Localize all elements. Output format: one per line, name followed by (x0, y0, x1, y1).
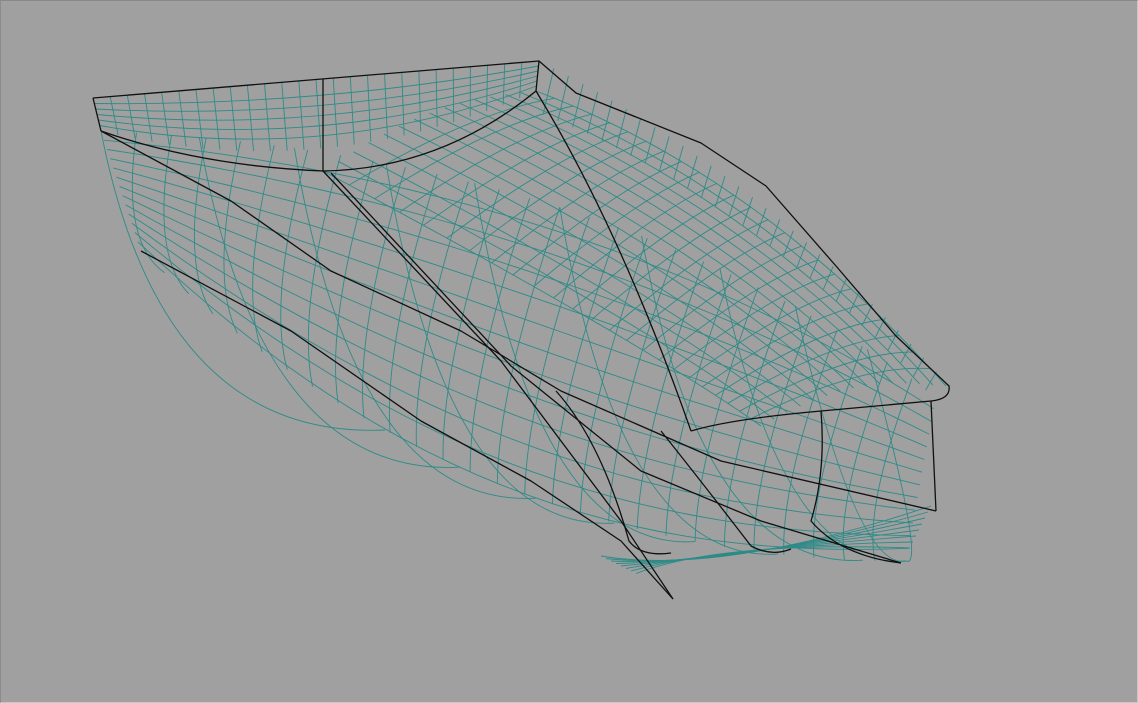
transom-station-line (178, 90, 187, 147)
topside-station-line (687, 155, 698, 189)
transom-station-line (401, 72, 405, 136)
topside-station-line (572, 83, 584, 128)
topside-station-line (728, 186, 740, 216)
transom-station-line (298, 80, 305, 150)
topside-station-line (742, 197, 753, 226)
topside-station-line (925, 371, 937, 391)
hull-waterline (137, 241, 909, 550)
deck-transverse-line (374, 105, 574, 200)
hull-mesh-lines (94, 62, 947, 574)
deck-transverse-line (609, 219, 769, 331)
stem-edge (930, 400, 937, 512)
topside-station-line (701, 165, 712, 198)
deck-transverse-line (658, 259, 819, 361)
keel-line (322, 170, 674, 600)
hull-waterline (113, 167, 927, 448)
transom-station-line (486, 65, 488, 111)
transom-station-line (281, 82, 288, 151)
deck-transverse-line (399, 113, 592, 213)
transom-station-line (502, 63, 506, 105)
transom-station-line (144, 93, 153, 142)
transom-station-line (161, 92, 170, 145)
topside-station-line (900, 343, 912, 364)
hull-waterline (119, 185, 923, 473)
transom-station-line (212, 87, 221, 150)
hull-waterline (110, 158, 930, 435)
hull-station-line (842, 361, 888, 560)
transom-station-line (452, 68, 455, 123)
keel-ridge-line (600, 505, 932, 561)
hull-buttock-line (719, 269, 907, 562)
transom-station-line (435, 69, 438, 127)
deck-longitudinal-line (444, 107, 868, 386)
deck-longitudinal-line (474, 99, 894, 384)
topside-station-line (542, 68, 555, 115)
deck-longitudinal-line (398, 125, 828, 396)
deck-longitudinal-line (490, 96, 907, 384)
hull-wireframe-canvas[interactable] (1, 1, 1137, 702)
deck-transverse-line (469, 140, 647, 252)
hull-station-line (280, 149, 309, 370)
topside-station-line (630, 117, 642, 156)
viewport-3d[interactable] (0, 0, 1138, 703)
topside-station-line (783, 230, 794, 257)
transom-station-line (315, 79, 322, 149)
transom-station-line (349, 76, 355, 145)
transom-station-line (229, 86, 238, 151)
transom-station-line (384, 73, 388, 139)
transom-station-line (264, 83, 271, 152)
hull-buttock-line (385, 163, 615, 524)
topside-station-line (557, 75, 569, 122)
deck-longitudinal-line (383, 133, 815, 401)
transom-station-line (246, 85, 255, 152)
hull-outline-lines (92, 60, 950, 600)
keel-ridge-line (610, 517, 926, 562)
topside-station-line (769, 219, 781, 246)
station-curve-2 (660, 430, 792, 553)
transom-station-line (367, 75, 372, 142)
deck-longitudinal-line (322, 170, 762, 427)
transom-station-line (332, 78, 338, 147)
deck-transverse-line (446, 131, 629, 239)
hull-waterline (128, 213, 916, 511)
